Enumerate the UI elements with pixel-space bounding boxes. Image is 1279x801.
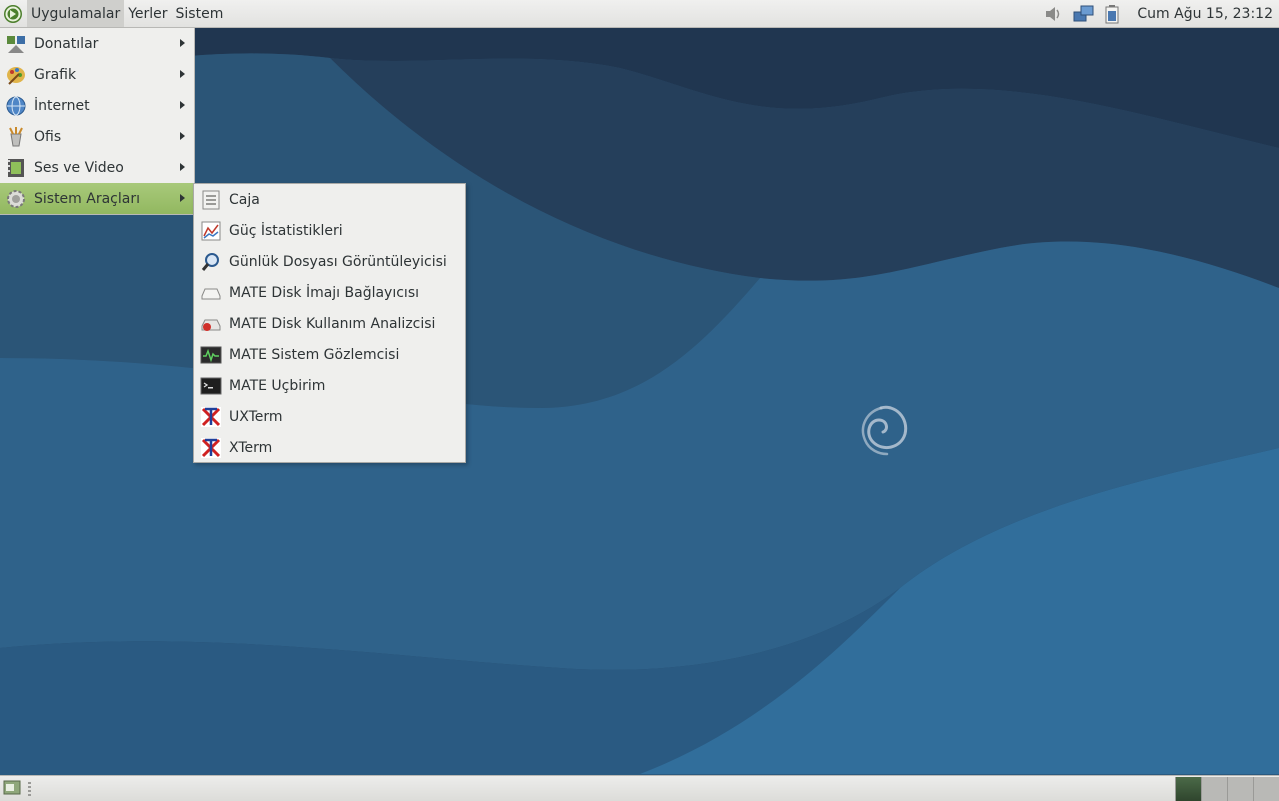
volume-icon[interactable] (1043, 4, 1063, 24)
system-tools-submenu: Caja Güç İstatistikleri Günlük Dosyası G… (193, 183, 466, 463)
submenu-item-system-monitor[interactable]: MATE Sistem Gözlemcisi (194, 339, 465, 370)
menu-item-label: Günlük Dosyası Görüntüleyicisi (229, 253, 447, 270)
menu-item-label: Donatılar (34, 35, 99, 52)
menu-item-graphics[interactable]: Grafik (0, 59, 194, 90)
submenu-arrow-icon (180, 132, 185, 140)
submenu-item-terminal[interactable]: MATE Uçbirim (194, 370, 465, 401)
menu-item-system-tools[interactable]: Sistem Araçları (0, 183, 194, 214)
places-menu[interactable]: Yerler (124, 0, 171, 27)
menu-item-internet[interactable]: İnternet (0, 90, 194, 121)
menu-item-label: Ses ve Video (34, 159, 124, 176)
panel-grip-handle[interactable] (28, 782, 31, 796)
show-desktop-icon[interactable] (3, 780, 21, 796)
menu-item-label: MATE Disk Kullanım Analizcisi (229, 315, 436, 332)
log-viewer-magnifier-icon (201, 252, 219, 271)
system-menu[interactable]: Sistem (172, 0, 228, 27)
workspace-switcher (1175, 777, 1279, 801)
menu-item-label: Caja (229, 191, 260, 208)
xterm-x-icon (201, 437, 221, 458)
menu-item-label: XTerm (229, 439, 273, 456)
multimedia-icon (8, 158, 24, 177)
file-manager-icon (202, 190, 220, 209)
menu-item-label: UXTerm (229, 408, 283, 425)
submenu-item-log-viewer[interactable]: Günlük Dosyası Görüntüleyicisi (194, 246, 465, 277)
submenu-item-disk-image-mounter[interactable]: MATE Disk İmajı Bağlayıcısı (194, 277, 465, 308)
workspace-4[interactable] (1253, 777, 1279, 801)
menu-item-label: Güç İstatistikleri (229, 222, 343, 239)
submenu-arrow-icon (180, 70, 185, 78)
system-tools-gear-icon (7, 189, 25, 208)
menu-item-multimedia[interactable]: Ses ve Video (0, 152, 194, 183)
menu-item-office[interactable]: Ofis (0, 121, 194, 152)
workspace-3[interactable] (1227, 777, 1253, 801)
submenu-item-disk-usage-analyzer[interactable]: MATE Disk Kullanım Analizcisi (194, 308, 465, 339)
accessories-icon (7, 35, 25, 53)
menu-item-label: Grafik (34, 66, 77, 83)
submenu-item-caja[interactable]: Caja (194, 184, 465, 215)
submenu-arrow-icon (180, 39, 185, 47)
applications-dropdown: Donatılar Grafik İnternet Ofis Ses ve Vi… (0, 28, 195, 215)
menu-item-label: Ofis (34, 128, 62, 145)
bottom-panel (0, 775, 1279, 801)
mate-logo-icon[interactable] (3, 4, 23, 24)
network-icon[interactable] (1073, 4, 1095, 24)
menu-item-label: MATE Sistem Gözlemcisi (229, 346, 400, 363)
workspace-1[interactable] (1175, 777, 1201, 801)
workspace-2[interactable] (1201, 777, 1227, 801)
submenu-arrow-icon (180, 101, 185, 109)
menu-item-label: İnternet (34, 97, 90, 114)
office-icon (9, 126, 23, 146)
internet-globe-icon (6, 96, 26, 115)
xterm-x-icon (201, 406, 221, 427)
applications-menu[interactable]: Uygulamalar (27, 0, 125, 27)
menu-item-label: Sistem Araçları (34, 190, 140, 207)
disk-image-mounter-icon (201, 288, 221, 299)
graphics-icon (7, 66, 25, 85)
submenu-item-power-statistics[interactable]: Güç İstatistikleri (194, 215, 465, 246)
menu-item-accessories[interactable]: Donatılar (0, 28, 194, 59)
disk-usage-analyzer-icon (201, 319, 221, 331)
submenu-arrow-icon (180, 163, 185, 171)
system-monitor-icon (200, 346, 222, 363)
power-statistics-icon (201, 221, 221, 240)
submenu-arrow-icon (180, 194, 185, 202)
menu-item-label: MATE Disk İmajı Bağlayıcısı (229, 284, 419, 301)
submenu-item-uxterm[interactable]: UXTerm (194, 401, 465, 432)
battery-icon[interactable] (1105, 4, 1119, 24)
system-tray: Cum Ağu 15, 23:12 (1043, 0, 1273, 27)
top-panel: Uygulamalar Yerler Sistem Cum Ağu 15, 23… (0, 0, 1279, 28)
clock[interactable]: Cum Ağu 15, 23:12 (1137, 6, 1273, 22)
terminal-icon (200, 377, 222, 394)
submenu-item-xterm[interactable]: XTerm (194, 432, 465, 463)
menu-item-label: MATE Uçbirim (229, 377, 326, 394)
